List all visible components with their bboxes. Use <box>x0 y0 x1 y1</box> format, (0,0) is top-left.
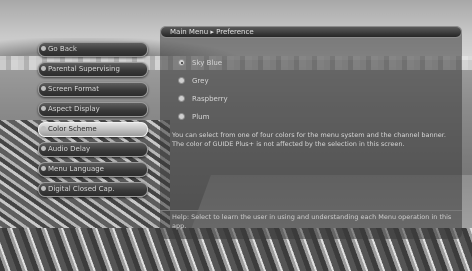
bullet-icon <box>41 146 46 151</box>
menu-item-label: Digital Closed Cap. <box>48 185 115 193</box>
bullet-icon <box>41 66 46 71</box>
bullet-icon <box>41 46 46 51</box>
menu-item-label: Go Back <box>48 45 77 53</box>
radio-icon <box>178 113 185 120</box>
menu-item-menu-language[interactable]: Menu Language <box>38 162 148 177</box>
bullet-icon <box>41 126 46 131</box>
tv-screen: Go Back Parental Supervising Screen Form… <box>0 0 472 271</box>
menu-item-screen-format[interactable]: Screen Format <box>38 82 148 97</box>
menu-item-label: Screen Format <box>48 85 99 93</box>
menu-item-digital-closed-cap[interactable]: Digital Closed Cap. <box>38 182 148 197</box>
bullet-icon <box>41 106 46 111</box>
divider <box>160 210 462 211</box>
menu-item-color-scheme[interactable]: Color Scheme <box>38 122 148 137</box>
menu-item-audio-delay[interactable]: Audio Delay <box>38 142 148 157</box>
menu-item-label: Parental Supervising <box>48 65 120 73</box>
option-description: You can select from one of four colors f… <box>172 131 446 148</box>
option-label: Raspberry <box>192 95 228 103</box>
option-label: Grey <box>192 77 209 85</box>
radio-icon <box>178 95 185 102</box>
bullet-icon <box>41 166 46 171</box>
menu-item-parental-supervising[interactable]: Parental Supervising <box>38 62 148 77</box>
menu-item-label: Menu Language <box>48 165 104 173</box>
bullet-icon <box>41 186 46 191</box>
radio-icon <box>178 77 185 84</box>
menu-item-label: Audio Delay <box>48 145 91 153</box>
option-label: Plum <box>192 113 210 121</box>
option-label: Sky Blue <box>192 59 223 67</box>
bullet-icon <box>41 86 46 91</box>
menu-item-go-back[interactable]: Go Back <box>38 42 148 57</box>
menu-item-label: Aspect Display <box>48 105 100 113</box>
panel-title: Main Menu ▸ Preference <box>170 28 254 36</box>
menu-item-aspect-display[interactable]: Aspect Display <box>38 102 148 117</box>
menu-item-label: Color Scheme <box>48 125 97 133</box>
help-text: Help: Select to learn the user in using … <box>172 213 452 230</box>
radio-icon <box>178 59 185 66</box>
